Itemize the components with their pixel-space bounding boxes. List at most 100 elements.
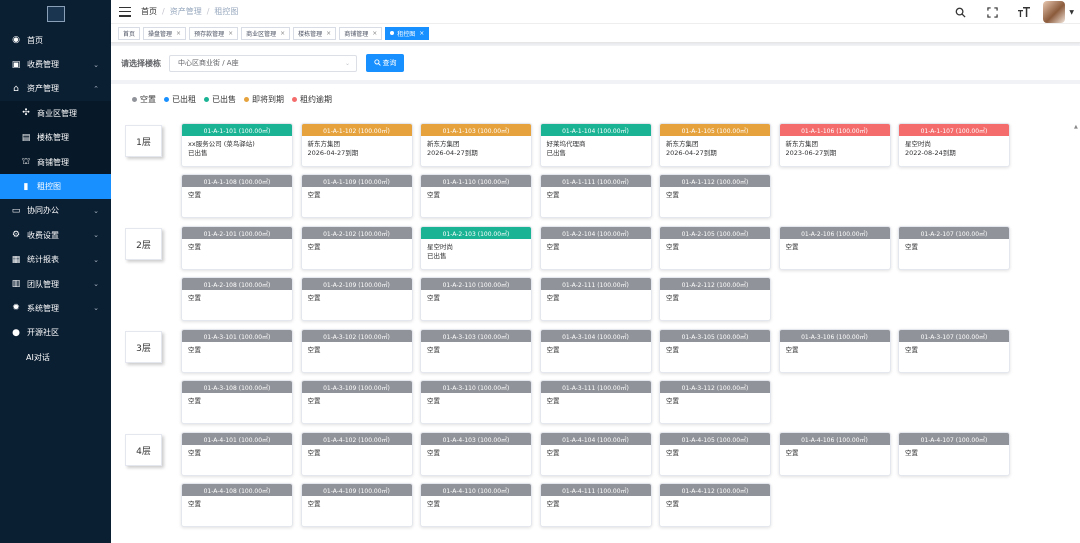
sidebar-item-4[interactable]: ▤ 楼栋管理 [0, 125, 111, 150]
close-icon[interactable]: × [176, 30, 181, 37]
sidebar-item-13[interactable]: AI对话 [0, 345, 111, 369]
room-card[interactable]: 01-A-3-106 (100.00㎡) 空置 [778, 329, 891, 373]
sidebar-item-1[interactable]: ▣ 收费管理 ⌄ [0, 52, 111, 76]
room-card[interactable]: 01-A-2-105 (100.00㎡) 空置 [659, 226, 771, 270]
logo[interactable] [0, 0, 111, 28]
tag-0[interactable]: 首页 [118, 26, 141, 40]
close-icon[interactable]: × [419, 30, 424, 37]
sidebar-item-3[interactable]: ✣ 商业区管理 [0, 101, 111, 126]
sidebar-item-10[interactable]: ▥ 团队管理 ⌄ [0, 272, 111, 296]
room-card[interactable]: 01-A-4-106 (100.00㎡) 空置 [778, 432, 891, 476]
room-card[interactable]: 01-A-3-105 (100.00㎡) 空置 [659, 329, 771, 373]
search-button[interactable]: 查询 [366, 54, 404, 72]
room-card[interactable]: 01-A-1-109 (100.00㎡) 空置 [300, 174, 413, 218]
room-card[interactable]: 01-A-2-106 (100.00㎡) 空置 [778, 226, 891, 270]
font-size-icon[interactable] [1017, 5, 1031, 19]
room-card[interactable]: 01-A-2-101 (100.00㎡) 空置 [181, 226, 293, 270]
room-card[interactable]: 01-A-2-103 (100.00㎡) 星空时尚 已出售 [420, 226, 532, 270]
shop-icon: ⛫ [21, 156, 31, 167]
room-card[interactable]: 01-A-1-111 (100.00㎡) 空置 [539, 174, 652, 218]
room-card[interactable]: 01-A-4-101 (100.00㎡) 空置 [181, 432, 293, 476]
room-card[interactable]: 01-A-2-109 (100.00㎡) 空置 [300, 277, 413, 321]
room-card[interactable]: 01-A-1-102 (100.00㎡) 新东方集团 2026-04-27到期 [300, 123, 413, 167]
tag-1[interactable]: 操盘管理 × [143, 26, 187, 40]
room-card[interactable]: 01-A-2-112 (100.00㎡) 空置 [659, 277, 771, 321]
hamburger-icon[interactable] [119, 6, 131, 17]
room-card[interactable]: 01-A-2-108 (100.00㎡) 空置 [181, 277, 293, 321]
room-card[interactable]: 01-A-4-108 (100.00㎡) 空置 [181, 483, 293, 527]
room-card[interactable]: 01-A-4-110 (100.00㎡) 空置 [420, 483, 532, 527]
building-select[interactable]: 中心区商业街 / A座 ⌄ [169, 54, 357, 72]
room-card[interactable]: 01-A-3-112 (100.00㎡) 空置 [659, 380, 771, 424]
sidebar-item-0[interactable]: ◉ 首页 [0, 28, 111, 52]
room-card[interactable]: 01-A-3-111 (100.00㎡) 空置 [539, 380, 652, 424]
room-card[interactable]: 01-A-3-101 (100.00㎡) 空置 [181, 329, 293, 373]
room-card[interactable]: 01-A-4-102 (100.00㎡) 空置 [300, 432, 413, 476]
tag-4[interactable]: 楼栋管理 × [293, 26, 337, 40]
room-card[interactable]: 01-A-2-110 (100.00㎡) 空置 [420, 277, 532, 321]
close-icon[interactable]: × [228, 30, 233, 37]
room-card[interactable]: 01-A-1-104 (100.00㎡) 好莱坞代理商 已出售 [539, 123, 652, 167]
tag-5[interactable]: 商铺管理 × [339, 26, 383, 40]
sidebar-item-11[interactable]: ✹ 系统管理 ⌄ [0, 296, 111, 320]
sidebar-item-label: 协同办公 [27, 206, 59, 216]
sidebar-item-12[interactable]: ● 开源社区 [0, 321, 111, 345]
tag-2[interactable]: 预存款管理 × [189, 26, 239, 40]
sidebar-item-8[interactable]: ⚙ 收费设置 ⌄ [0, 223, 111, 247]
room-card[interactable]: 01-A-1-112 (100.00㎡) 空置 [659, 174, 771, 218]
room-code: 01-A-1-101 (100.00㎡) [182, 124, 292, 136]
room-card[interactable]: 01-A-4-107 (100.00㎡) 空置 [898, 432, 1010, 476]
sidebar-item-label: 商铺管理 [37, 157, 69, 167]
scrollbar[interactable]: ▲ [1074, 124, 1079, 539]
tag-3[interactable]: 商业区管理 × [241, 26, 291, 40]
tag-label: 商铺管理 [344, 30, 369, 38]
room-card[interactable]: 01-A-3-108 (100.00㎡) 空置 [181, 380, 293, 424]
caret-down-icon[interactable]: ▼ [1069, 9, 1074, 16]
close-icon[interactable]: × [326, 30, 331, 37]
room-info: 空置 [660, 445, 770, 458]
search-icon[interactable] [953, 5, 967, 19]
room-card[interactable]: 01-A-2-107 (100.00㎡) 空置 [898, 226, 1010, 270]
room-card[interactable]: 01-A-3-110 (100.00㎡) 空置 [420, 380, 532, 424]
close-icon[interactable]: × [280, 30, 285, 37]
room-code: 01-A-1-104 (100.00㎡) [540, 124, 651, 136]
room-card[interactable]: 01-A-1-101 (100.00㎡) xx服务公司 (菜鸟驿站) 已出售 [181, 123, 293, 167]
tag-6[interactable]: 租控图 × [385, 26, 430, 40]
room-info: 空置 [541, 342, 651, 355]
room-card[interactable]: 01-A-4-112 (100.00㎡) 空置 [659, 483, 771, 527]
sidebar-item-2[interactable]: ⌂ 资产管理 ⌃ [0, 77, 111, 101]
room-card[interactable]: 01-A-3-103 (100.00㎡) 空置 [420, 329, 532, 373]
room-info-line: 空置 [427, 294, 440, 302]
sidebar-item-5[interactable]: ⛫ 商铺管理 [0, 149, 111, 175]
room-card[interactable]: 01-A-2-102 (100.00㎡) 空置 [300, 226, 413, 270]
room-card[interactable]: 01-A-3-104 (100.00㎡) 空置 [539, 329, 652, 373]
fullscreen-icon[interactable] [985, 5, 999, 19]
room-card[interactable]: 01-A-1-107 (100.00㎡) 星空时尚 2022-08-24到期 [898, 123, 1010, 167]
sidebar-item-6[interactable]: ▮ 租控图 [0, 174, 111, 199]
room-card[interactable]: 01-A-4-111 (100.00㎡) 空置 [539, 483, 652, 527]
room-code: 01-A-2-101 (100.00㎡) [182, 227, 292, 239]
room-info-line: 空置 [546, 191, 560, 199]
breadcrumb-home[interactable]: 首页 [141, 6, 157, 17]
room-card[interactable]: 01-A-3-109 (100.00㎡) 空置 [300, 380, 413, 424]
close-icon[interactable]: × [372, 30, 377, 37]
room-card[interactable]: 01-A-1-110 (100.00㎡) 空置 [420, 174, 532, 218]
room-card[interactable]: 01-A-1-103 (100.00㎡) 新东方集团 2026-04-27到期 [420, 123, 532, 167]
room-card[interactable]: 01-A-3-102 (100.00㎡) 空置 [300, 329, 413, 373]
scroll-up-icon[interactable]: ▲ [1074, 124, 1078, 130]
room-info: 空置 [660, 187, 770, 200]
room-info: 空置 [302, 187, 412, 200]
room-card[interactable]: 01-A-2-111 (100.00㎡) 空置 [539, 277, 652, 321]
sidebar-item-9[interactable]: ▦ 统计报表 ⌄ [0, 248, 111, 272]
room-card[interactable]: 01-A-2-104 (100.00㎡) 空置 [539, 226, 652, 270]
user-avatar[interactable] [1043, 1, 1066, 23]
room-card[interactable]: 01-A-3-107 (100.00㎡) 空置 [898, 329, 1010, 373]
room-card[interactable]: 01-A-4-105 (100.00㎡) 空置 [659, 432, 771, 476]
sidebar-item-7[interactable]: ▭ 协同办公 ⌄ [0, 199, 111, 223]
room-card[interactable]: 01-A-1-108 (100.00㎡) 空置 [181, 174, 293, 218]
room-card[interactable]: 01-A-1-105 (100.00㎡) 新东方集团 2026-04-27到期 [659, 123, 771, 167]
room-card[interactable]: 01-A-4-104 (100.00㎡) 空置 [539, 432, 652, 476]
room-card[interactable]: 01-A-1-106 (100.00㎡) 新东方集团 2023-06-27到期 [778, 123, 891, 167]
room-card[interactable]: 01-A-4-109 (100.00㎡) 空置 [300, 483, 413, 527]
room-card[interactable]: 01-A-4-103 (100.00㎡) 空置 [420, 432, 532, 476]
